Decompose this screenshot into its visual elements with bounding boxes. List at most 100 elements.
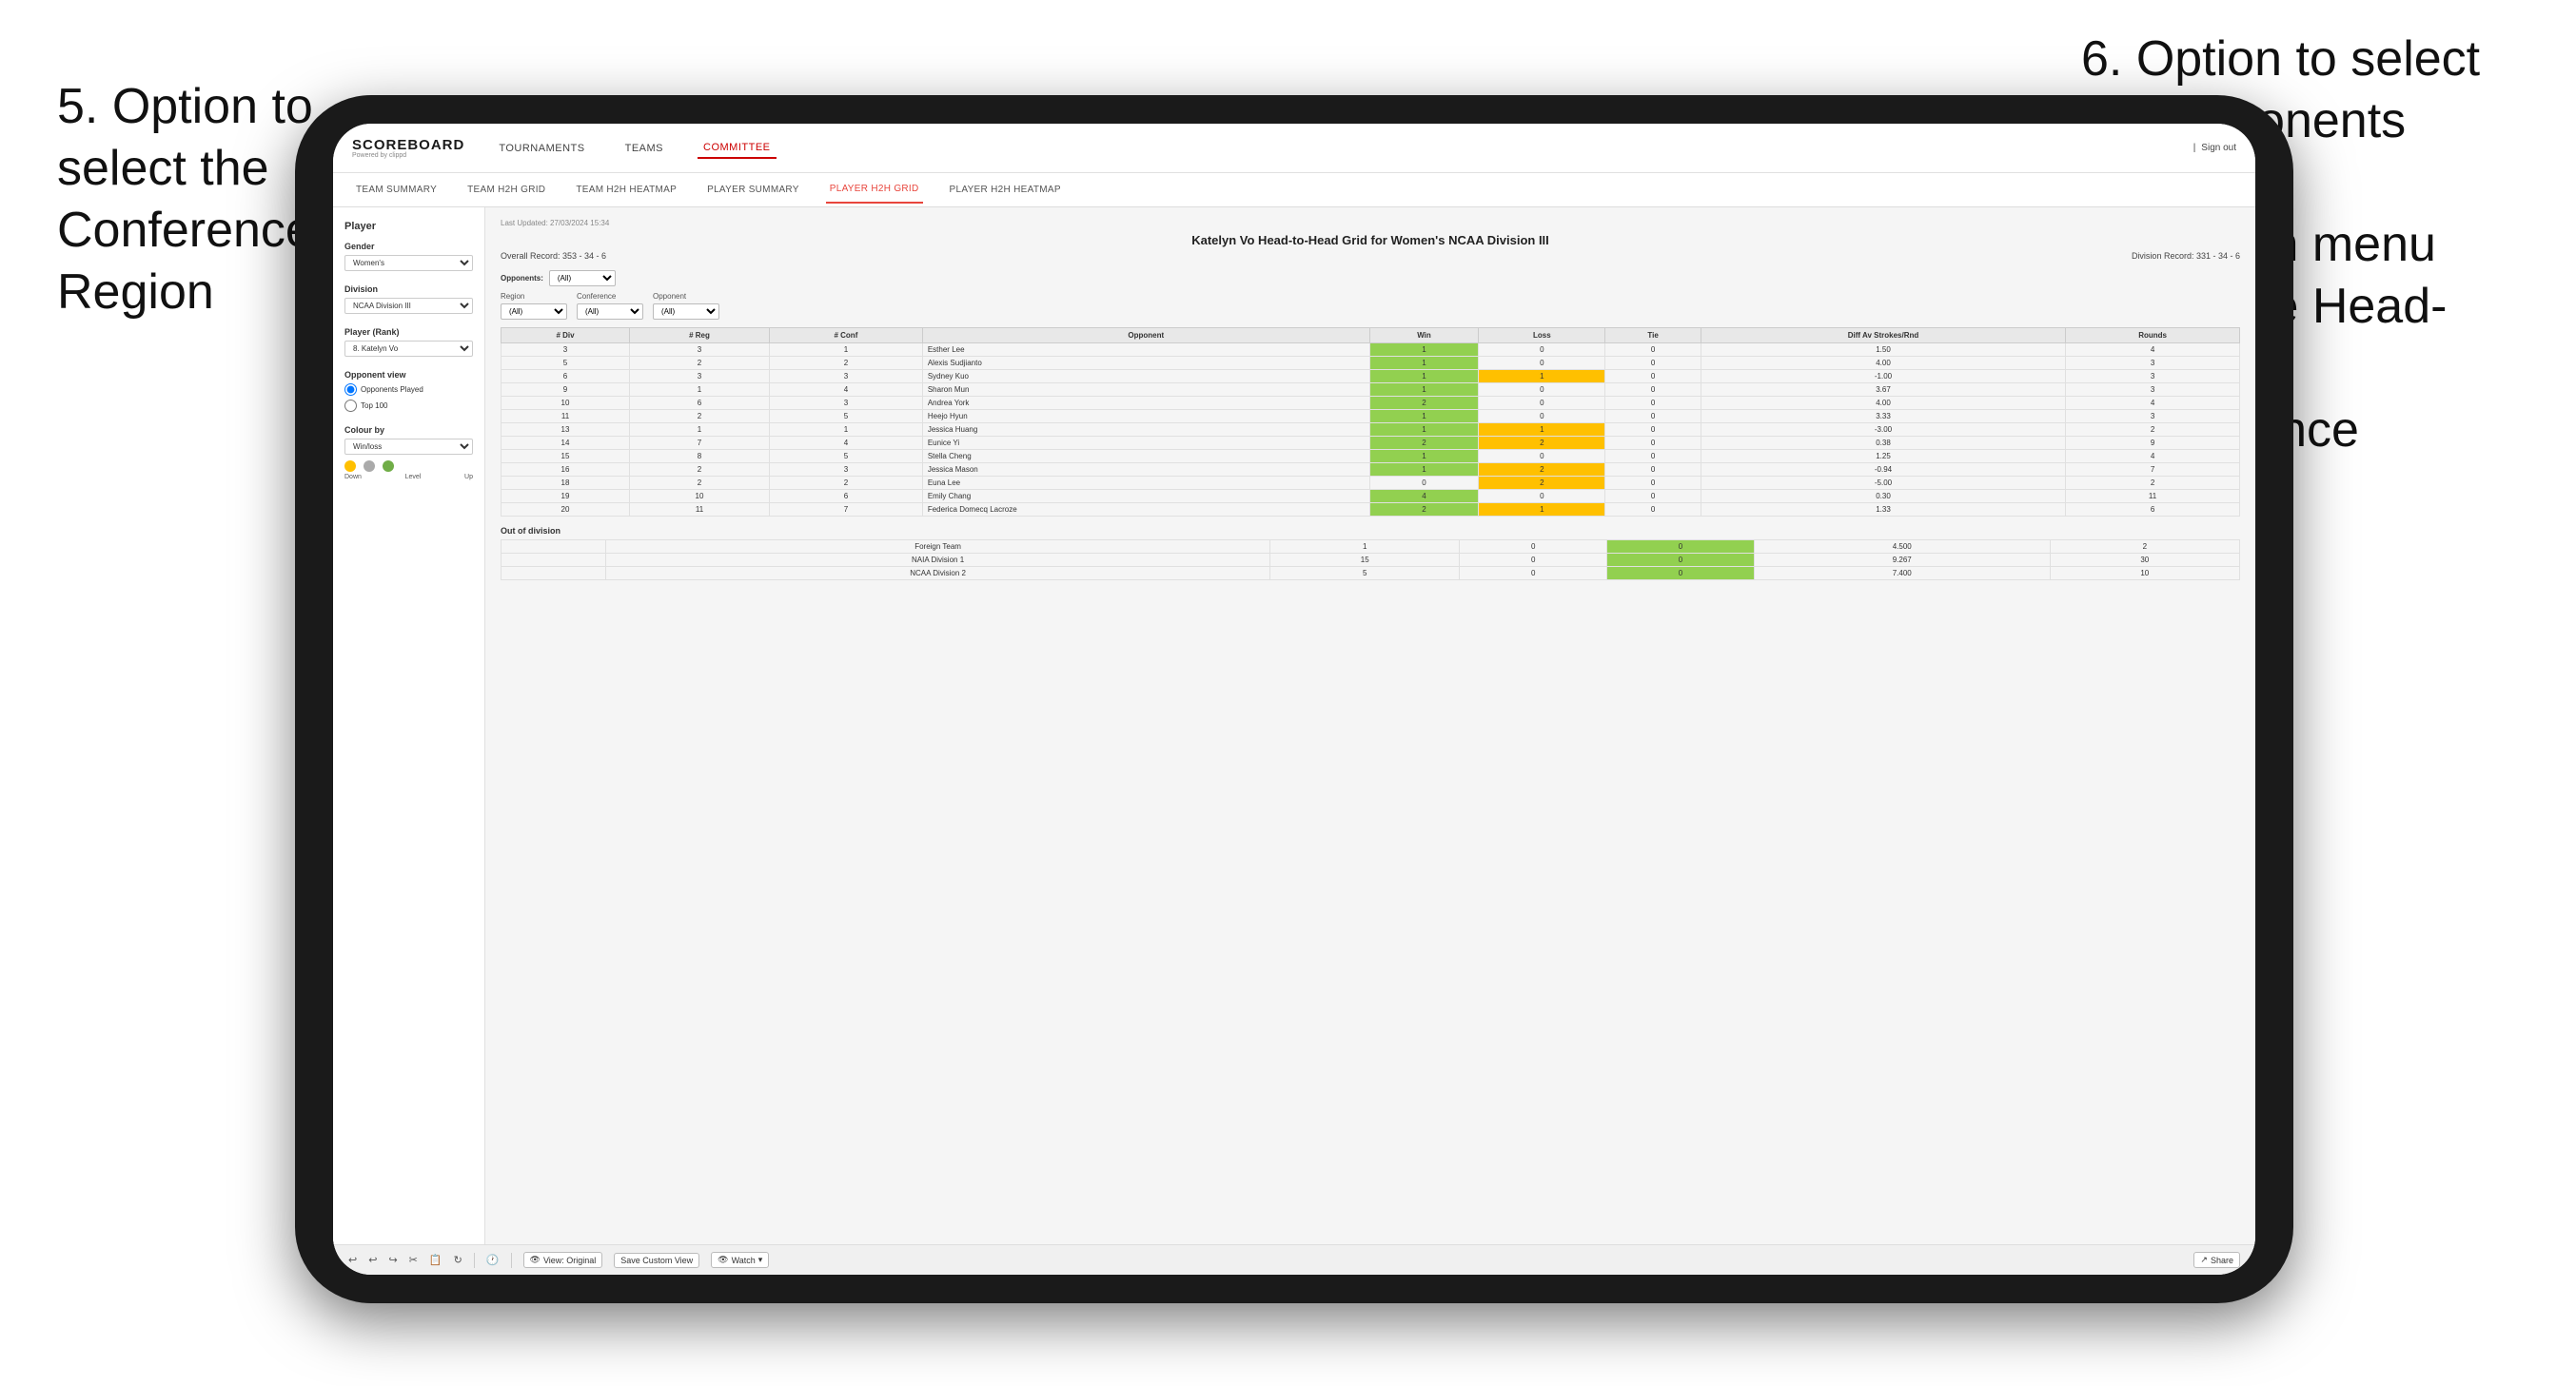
table-cell: 0 — [1605, 370, 1701, 383]
filter-region-col: Region (All) — [501, 292, 567, 320]
ood-table-row: NAIA Division 115009.26730 — [501, 554, 2240, 567]
table-cell: 9 — [2066, 437, 2240, 450]
table-cell: 3.67 — [1701, 383, 2065, 397]
overall-record: Overall Record: 353 - 34 - 6 — [501, 251, 606, 261]
sub-nav-team-h2h-grid[interactable]: TEAM H2H GRID — [463, 177, 549, 203]
table-cell: 0.30 — [1701, 490, 2065, 503]
sub-nav: TEAM SUMMARY TEAM H2H GRID TEAM H2H HEAT… — [333, 173, 2255, 207]
filter-opponent-select[interactable]: (All) — [653, 303, 719, 320]
table-cell: 18 — [501, 477, 630, 490]
table-cell: 0 — [1605, 343, 1701, 357]
sidebar-radio-top100-input[interactable] — [344, 400, 357, 412]
table-cell: 0 — [1605, 437, 1701, 450]
nav-item-tournaments[interactable]: TOURNAMENTS — [493, 139, 590, 158]
sidebar-division-select[interactable]: NCAA Division III NCAA Division I NCAA D… — [344, 298, 473, 314]
sidebar-gender-section: Gender Women's Men's — [344, 242, 473, 271]
undo-icon[interactable]: ↩ — [348, 1254, 357, 1266]
share-btn[interactable]: ↗ Share — [2193, 1252, 2240, 1268]
content-panel: Last Updated: 27/03/2024 15:34 Katelyn V… — [485, 207, 2255, 1244]
table-cell: 1 — [1369, 450, 1479, 463]
filter-opponents-select[interactable]: (All) — [549, 270, 616, 286]
table-cell: 0 — [1479, 343, 1605, 357]
table-row: 522Alexis Sudjianto1004.003 — [501, 357, 2240, 370]
sub-nav-team-h2h-heatmap[interactable]: TEAM H2H HEATMAP — [572, 177, 680, 203]
sign-out-link[interactable]: Sign out — [2201, 143, 2236, 153]
th-conf: # Conf — [770, 328, 923, 343]
table-cell: 2 — [630, 477, 770, 490]
table-cell: 2 — [1369, 397, 1479, 410]
sidebar-player-rank-select[interactable]: 8. Katelyn Vo — [344, 341, 473, 357]
table-cell: 0 — [1479, 450, 1605, 463]
sidebar-radio-top100[interactable]: Top 100 — [344, 400, 473, 412]
rotate-icon[interactable]: ↻ — [454, 1254, 462, 1266]
table-cell: 11 — [630, 503, 770, 517]
table-cell: Federica Domecq Lacroze — [922, 503, 1369, 517]
nav-item-teams[interactable]: TEAMS — [619, 139, 669, 158]
ood-cell: NAIA Division 1 — [606, 554, 1270, 567]
filter-opponent-label: Opponent — [653, 292, 719, 301]
sidebar: Player Gender Women's Men's Division NCA… — [333, 207, 485, 1244]
table-cell: Eunice Yi — [922, 437, 1369, 450]
filter-region-select[interactable]: (All) — [501, 303, 567, 320]
table-cell: Stella Cheng — [922, 450, 1369, 463]
th-opponent: Opponent — [922, 328, 1369, 343]
sidebar-gender-select[interactable]: Women's Men's — [344, 255, 473, 271]
table-cell: 0 — [1479, 383, 1605, 397]
watch-btn[interactable]: 👁 Watch ▾ — [711, 1252, 769, 1268]
table-cell: 6 — [770, 490, 923, 503]
sidebar-colour-select[interactable]: Win/loss — [344, 439, 473, 455]
ood-cell: 15 — [1270, 554, 1460, 567]
sub-nav-player-summary[interactable]: PLAYER SUMMARY — [703, 177, 803, 203]
table-cell: 2 — [630, 357, 770, 370]
table-row: 1623Jessica Mason120-0.947 — [501, 463, 2240, 477]
table-row: 331Esther Lee1001.504 — [501, 343, 2240, 357]
table-cell: 0 — [1605, 477, 1701, 490]
sidebar-radio-opponents-played-input[interactable] — [344, 383, 357, 396]
table-row: 633Sydney Kuo110-1.003 — [501, 370, 2240, 383]
ood-cell: 1 — [1270, 540, 1460, 554]
table-cell: 2 — [770, 357, 923, 370]
th-loss: Loss — [1479, 328, 1605, 343]
nav-item-committee[interactable]: COMMITTEE — [698, 138, 777, 159]
save-custom-view-btn[interactable]: Save Custom View — [614, 1253, 699, 1268]
sub-nav-team-summary[interactable]: TEAM SUMMARY — [352, 177, 441, 203]
table-cell: 0 — [1479, 410, 1605, 423]
table-cell: 5 — [770, 410, 923, 423]
undo2-icon[interactable]: ↩ — [368, 1254, 377, 1266]
save-custom-label: Save Custom View — [620, 1256, 693, 1265]
clock-icon[interactable]: 🕐 — [486, 1254, 500, 1266]
table-cell: 3 — [630, 343, 770, 357]
ood-cell: 0 — [1607, 540, 1755, 554]
sub-nav-player-h2h-heatmap[interactable]: PLAYER H2H HEATMAP — [946, 177, 1065, 203]
main-content: Player Gender Women's Men's Division NCA… — [333, 207, 2255, 1244]
sidebar-colour-section: Colour by Win/loss Down Level Up — [344, 425, 473, 480]
table-cell: 2 — [1479, 477, 1605, 490]
toolbar-sep2 — [511, 1253, 512, 1268]
table-cell: 1 — [1369, 343, 1479, 357]
table-row: 1585Stella Cheng1001.254 — [501, 450, 2240, 463]
sidebar-radio-opponents-played[interactable]: Opponents Played — [344, 383, 473, 396]
sub-nav-player-h2h-grid[interactable]: PLAYER H2H GRID — [826, 176, 923, 204]
last-updated: Last Updated: 27/03/2024 15:34 — [501, 219, 2240, 227]
table-cell: 3 — [2066, 410, 2240, 423]
table-cell: 7 — [770, 503, 923, 517]
scissors-icon[interactable]: ✂ — [409, 1254, 418, 1266]
watch-icon: 👁 — [718, 1255, 728, 1265]
table-cell: 6 — [501, 370, 630, 383]
table-cell: Alexis Sudjianto — [922, 357, 1369, 370]
table-cell: 1.50 — [1701, 343, 2065, 357]
table-cell: Sydney Kuo — [922, 370, 1369, 383]
table-header-row: # Div # Reg # Conf Opponent Win Loss Tie… — [501, 328, 2240, 343]
share-icon: ↗ — [2200, 1255, 2208, 1265]
table-row: 19106Emily Chang4000.3011 — [501, 490, 2240, 503]
table-cell: 2 — [1479, 463, 1605, 477]
ood-cell: 4.500 — [1754, 540, 2050, 554]
table-cell: 4 — [770, 437, 923, 450]
redo-icon[interactable]: ↪ — [388, 1254, 397, 1266]
view-original-btn[interactable]: 👁 View: Original — [523, 1252, 603, 1268]
table-cell: 3 — [2066, 357, 2240, 370]
table-cell: 0 — [1369, 477, 1479, 490]
table-cell: 4 — [2066, 397, 2240, 410]
paste-icon[interactable]: 📋 — [429, 1254, 442, 1266]
filter-conference-select[interactable]: (All) — [577, 303, 643, 320]
